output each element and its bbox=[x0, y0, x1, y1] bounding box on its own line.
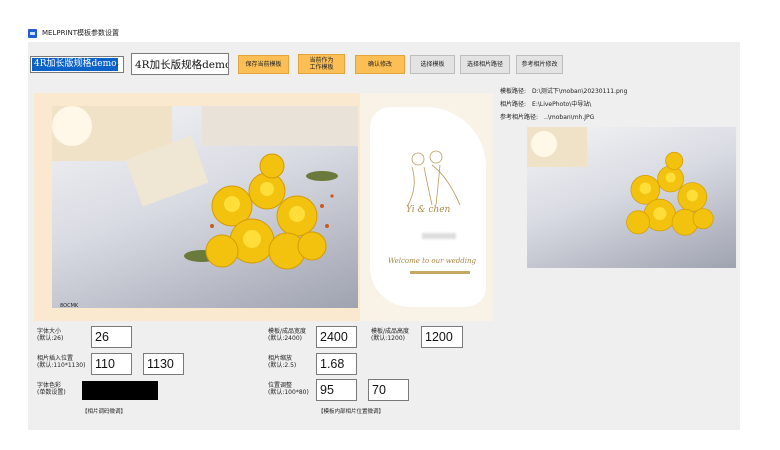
height-label: 模板/成品高度 (默认:1200) bbox=[371, 328, 410, 342]
card-subtitle-bar bbox=[410, 271, 470, 274]
reference-white-flower bbox=[531, 131, 557, 157]
template-preview: 8OCMK Yi & chen Welcome to our wedding bbox=[34, 93, 493, 321]
save-template-label: 保存当前模板 bbox=[245, 61, 282, 68]
wedding-card: Yi & chen Welcome to our wedding bbox=[360, 93, 493, 321]
card-welcome: Welcome to our wedding bbox=[388, 257, 477, 265]
font-color-label: 字体色彩 (单数设置) bbox=[37, 382, 66, 396]
title-bar: MELPRINT模板参数设置 bbox=[28, 26, 119, 40]
white-flower bbox=[52, 106, 92, 146]
template-path-value: D:\测试下\moban\20230111.png bbox=[532, 88, 628, 95]
photo-path-value: E:\LivePhoto\中导站\ bbox=[532, 101, 592, 108]
chevron-down-icon[interactable]: ⌄ bbox=[113, 59, 121, 70]
window-title: MELPRINT模板参数设置 bbox=[42, 29, 120, 37]
photo-position-x-input[interactable]: 110 bbox=[91, 353, 132, 375]
template-select[interactable]: 4R加长版规格demo ⌄ bbox=[30, 56, 124, 73]
bouquet-image bbox=[184, 153, 338, 270]
card-names: Yi & chen bbox=[406, 205, 451, 215]
width-input[interactable]: 2400 bbox=[316, 326, 357, 348]
photo-path-label: 相片路径: bbox=[500, 101, 527, 108]
template-path-label: 模板路径: bbox=[500, 88, 527, 95]
reference-photo-row: 参考相片路径: ..\moban\mh.JPG bbox=[500, 112, 594, 121]
couple-illustration bbox=[407, 150, 461, 206]
confirm-changes-button[interactable]: 确认修改 bbox=[355, 55, 405, 74]
stamp-text: 8OCMK bbox=[60, 303, 79, 309]
app-icon bbox=[28, 28, 37, 38]
inner-position-link[interactable]: 【模板内部相片位置微调】 bbox=[318, 407, 384, 415]
photo-slot bbox=[52, 106, 358, 308]
choose-template-label: 选择模板 bbox=[420, 61, 445, 68]
scale-label: 相片缩放 (默认:2.5) bbox=[268, 355, 297, 369]
choose-photo-path-label: 选择相片路径 bbox=[466, 61, 503, 68]
offset-y-input[interactable]: 70 bbox=[368, 379, 409, 401]
font-size-input[interactable]: 26 bbox=[91, 326, 132, 348]
offset-x-input[interactable]: 95 bbox=[316, 379, 357, 401]
set-work-template-button[interactable]: 当前作为 工作模板 bbox=[298, 54, 345, 74]
reference-photo-button[interactable]: 参考相片修改 bbox=[516, 55, 563, 74]
photo-position-y-input[interactable]: 1130 bbox=[143, 353, 184, 375]
confirm-changes-label: 确认修改 bbox=[367, 61, 392, 68]
template-name-input[interactable]: 4R加长版规格demo bbox=[131, 53, 229, 75]
offset-label: 位置调整 (默认:100*80) bbox=[268, 382, 309, 396]
template-path-row: 模板路径: D:\测试下\moban\20230111.png bbox=[500, 86, 627, 95]
blurred-text bbox=[422, 233, 456, 239]
reference-photo-preview bbox=[527, 127, 736, 268]
scale-input[interactable]: 1.68 bbox=[316, 353, 357, 375]
photo-position-label: 相片插入位置 (默认:110*1130) bbox=[37, 355, 86, 369]
set-work-template-label: 当前作为 工作模板 bbox=[309, 57, 334, 71]
choose-photo-path-button[interactable]: 选择相片路径 bbox=[460, 55, 510, 74]
choose-template-button[interactable]: 选择模板 bbox=[410, 55, 455, 74]
reference-photo-label: 参考相片修改 bbox=[521, 61, 558, 68]
reference-photo-path-value: ..\moban\mh.JPG bbox=[544, 114, 595, 121]
template-select-value: 4R加长版规格demo bbox=[32, 58, 118, 71]
photo-path-row: 相片路径: E:\LivePhoto\中导站\ bbox=[500, 99, 591, 108]
font-size-label: 字体大小 (默认:26) bbox=[37, 328, 64, 342]
height-input[interactable]: 1200 bbox=[421, 326, 463, 348]
save-template-button[interactable]: 保存当前模板 bbox=[238, 55, 289, 74]
font-color-swatch[interactable] bbox=[82, 381, 158, 400]
card-panel: Yi & chen Welcome to our wedding bbox=[370, 107, 486, 307]
reference-bouquet-image bbox=[626, 151, 714, 236]
photo-fine-tune-link[interactable]: 【相片调码微调】 bbox=[82, 407, 126, 415]
width-label: 模板/成品宽度 (默认:2400) bbox=[268, 328, 307, 342]
reference-photo-path-label: 参考相片路径: bbox=[500, 114, 539, 121]
